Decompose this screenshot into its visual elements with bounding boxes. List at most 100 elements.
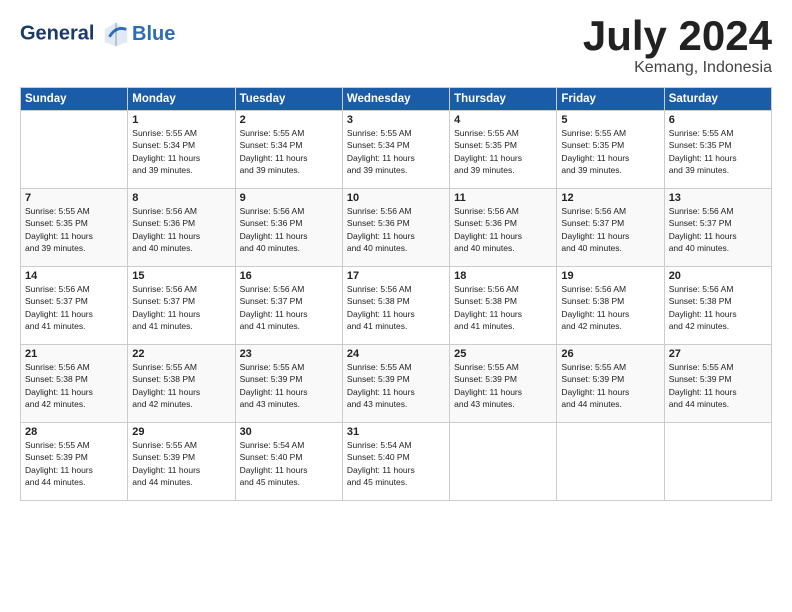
day-number: 23: [240, 348, 338, 360]
day-number: 31: [347, 426, 445, 438]
calendar-cell: 13Sunrise: 5:56 AMSunset: 5:37 PMDayligh…: [664, 189, 771, 267]
day-info: Sunrise: 5:55 AMSunset: 5:34 PMDaylight:…: [347, 127, 445, 176]
col-thursday: Thursday: [450, 88, 557, 111]
calendar-cell: 29Sunrise: 5:55 AMSunset: 5:39 PMDayligh…: [128, 423, 235, 501]
day-number: 4: [454, 114, 552, 126]
day-number: 19: [561, 270, 659, 282]
calendar-cell: 18Sunrise: 5:56 AMSunset: 5:38 PMDayligh…: [450, 267, 557, 345]
day-info: Sunrise: 5:55 AMSunset: 5:39 PMDaylight:…: [132, 439, 230, 488]
week-row-2: 7Sunrise: 5:55 AMSunset: 5:35 PMDaylight…: [21, 189, 772, 267]
day-number: 18: [454, 270, 552, 282]
day-info: Sunrise: 5:56 AMSunset: 5:36 PMDaylight:…: [240, 205, 338, 254]
col-tuesday: Tuesday: [235, 88, 342, 111]
day-info: Sunrise: 5:56 AMSunset: 5:38 PMDaylight:…: [25, 361, 123, 410]
calendar-cell: 14Sunrise: 5:56 AMSunset: 5:37 PMDayligh…: [21, 267, 128, 345]
title-block: July 2024 Kemang, Indonesia: [583, 15, 772, 77]
logo-icon: [102, 20, 130, 48]
day-info: Sunrise: 5:55 AMSunset: 5:39 PMDaylight:…: [240, 361, 338, 410]
day-number: 25: [454, 348, 552, 360]
day-number: 27: [669, 348, 767, 360]
calendar-cell: 31Sunrise: 5:54 AMSunset: 5:40 PMDayligh…: [342, 423, 449, 501]
calendar-cell: 5Sunrise: 5:55 AMSunset: 5:35 PMDaylight…: [557, 111, 664, 189]
day-info: Sunrise: 5:55 AMSunset: 5:35 PMDaylight:…: [25, 205, 123, 254]
subtitle: Kemang, Indonesia: [583, 59, 772, 77]
day-info: Sunrise: 5:55 AMSunset: 5:39 PMDaylight:…: [454, 361, 552, 410]
week-row-5: 28Sunrise: 5:55 AMSunset: 5:39 PMDayligh…: [21, 423, 772, 501]
day-info: Sunrise: 5:56 AMSunset: 5:37 PMDaylight:…: [561, 205, 659, 254]
logo-general: General: [20, 22, 94, 44]
calendar-cell: 3Sunrise: 5:55 AMSunset: 5:34 PMDaylight…: [342, 111, 449, 189]
page: General Blue July 2024 Kemang, Indonesia: [0, 0, 792, 612]
day-info: Sunrise: 5:56 AMSunset: 5:36 PMDaylight:…: [454, 205, 552, 254]
calendar-cell: 11Sunrise: 5:56 AMSunset: 5:36 PMDayligh…: [450, 189, 557, 267]
calendar-cell: [21, 111, 128, 189]
col-friday: Friday: [557, 88, 664, 111]
day-number: 24: [347, 348, 445, 360]
day-info: Sunrise: 5:56 AMSunset: 5:37 PMDaylight:…: [240, 283, 338, 332]
day-info: Sunrise: 5:56 AMSunset: 5:38 PMDaylight:…: [561, 283, 659, 332]
calendar-cell: 26Sunrise: 5:55 AMSunset: 5:39 PMDayligh…: [557, 345, 664, 423]
calendar-cell: 17Sunrise: 5:56 AMSunset: 5:38 PMDayligh…: [342, 267, 449, 345]
day-info: Sunrise: 5:55 AMSunset: 5:34 PMDaylight:…: [240, 127, 338, 176]
week-row-4: 21Sunrise: 5:56 AMSunset: 5:38 PMDayligh…: [21, 345, 772, 423]
calendar-cell: 21Sunrise: 5:56 AMSunset: 5:38 PMDayligh…: [21, 345, 128, 423]
calendar-cell: 22Sunrise: 5:55 AMSunset: 5:38 PMDayligh…: [128, 345, 235, 423]
day-number: 3: [347, 114, 445, 126]
day-info: Sunrise: 5:55 AMSunset: 5:39 PMDaylight:…: [347, 361, 445, 410]
calendar-cell: 2Sunrise: 5:55 AMSunset: 5:34 PMDaylight…: [235, 111, 342, 189]
day-info: Sunrise: 5:55 AMSunset: 5:39 PMDaylight:…: [25, 439, 123, 488]
week-row-3: 14Sunrise: 5:56 AMSunset: 5:37 PMDayligh…: [21, 267, 772, 345]
day-number: 1: [132, 114, 230, 126]
day-info: Sunrise: 5:55 AMSunset: 5:39 PMDaylight:…: [561, 361, 659, 410]
day-info: Sunrise: 5:54 AMSunset: 5:40 PMDaylight:…: [240, 439, 338, 488]
calendar-cell: 28Sunrise: 5:55 AMSunset: 5:39 PMDayligh…: [21, 423, 128, 501]
week-row-1: 1 Sunrise: 5:55 AMSunset: 5:34 PMDaylight…: [21, 111, 772, 189]
day-number: 13: [669, 192, 767, 204]
day-number: 15: [132, 270, 230, 282]
calendar-cell: 16Sunrise: 5:56 AMSunset: 5:37 PMDayligh…: [235, 267, 342, 345]
col-sunday: Sunday: [21, 88, 128, 111]
col-monday: Monday: [128, 88, 235, 111]
calendar-cell: 15Sunrise: 5:56 AMSunset: 5:37 PMDayligh…: [128, 267, 235, 345]
day-number: 14: [25, 270, 123, 282]
calendar-cell: 6Sunrise: 5:55 AMSunset: 5:35 PMDaylight…: [664, 111, 771, 189]
day-number: 21: [25, 348, 123, 360]
day-number: 26: [561, 348, 659, 360]
day-number: 6: [669, 114, 767, 126]
calendar-cell: [450, 423, 557, 501]
logo-blue: Blue: [132, 23, 175, 45]
day-number: 20: [669, 270, 767, 282]
day-number: 8: [132, 192, 230, 204]
day-number: 2: [240, 114, 338, 126]
calendar-cell: 27Sunrise: 5:55 AMSunset: 5:39 PMDayligh…: [664, 345, 771, 423]
day-number: 16: [240, 270, 338, 282]
day-number: 22: [132, 348, 230, 360]
calendar-cell: 4Sunrise: 5:55 AMSunset: 5:35 PMDaylight…: [450, 111, 557, 189]
header: General Blue July 2024 Kemang, Indonesia: [20, 15, 772, 77]
calendar-cell: 24Sunrise: 5:55 AMSunset: 5:39 PMDayligh…: [342, 345, 449, 423]
day-info: Sunrise: 5:56 AMSunset: 5:37 PMDaylight:…: [669, 205, 767, 254]
calendar-cell: 8Sunrise: 5:56 AMSunset: 5:36 PMDaylight…: [128, 189, 235, 267]
day-info: Sunrise: 5:56 AMSunset: 5:37 PMDaylight:…: [25, 283, 123, 332]
month-title: July 2024: [583, 15, 772, 57]
col-wednesday: Wednesday: [342, 88, 449, 111]
day-number: 30: [240, 426, 338, 438]
day-number: 17: [347, 270, 445, 282]
calendar-cell: 23Sunrise: 5:55 AMSunset: 5:39 PMDayligh…: [235, 345, 342, 423]
logo: General Blue: [20, 20, 175, 48]
day-number: 29: [132, 426, 230, 438]
day-info: Sunrise: 5:55 AMSunset: 5:38 PMDaylight:…: [132, 361, 230, 410]
calendar-cell: 20Sunrise: 5:56 AMSunset: 5:38 PMDayligh…: [664, 267, 771, 345]
calendar-cell: 9Sunrise: 5:56 AMSunset: 5:36 PMDaylight…: [235, 189, 342, 267]
header-row: Sunday Monday Tuesday Wednesday Thursday…: [21, 88, 772, 111]
day-info: Sunrise: 5:56 AMSunset: 5:36 PMDaylight:…: [132, 205, 230, 254]
day-number: 5: [561, 114, 659, 126]
calendar-cell: 19Sunrise: 5:56 AMSunset: 5:38 PMDayligh…: [557, 267, 664, 345]
calendar-cell: [557, 423, 664, 501]
day-number: 12: [561, 192, 659, 204]
day-info: Sunrise: 5:55 AMSunset: 5:35 PMDaylight:…: [669, 127, 767, 176]
day-info: Sunrise: 5:55 AMSunset: 5:35 PMDaylight:…: [454, 127, 552, 176]
calendar-cell: 7Sunrise: 5:55 AMSunset: 5:35 PMDaylight…: [21, 189, 128, 267]
day-number: 28: [25, 426, 123, 438]
day-info: Sunrise: 5:56 AMSunset: 5:38 PMDaylight:…: [669, 283, 767, 332]
